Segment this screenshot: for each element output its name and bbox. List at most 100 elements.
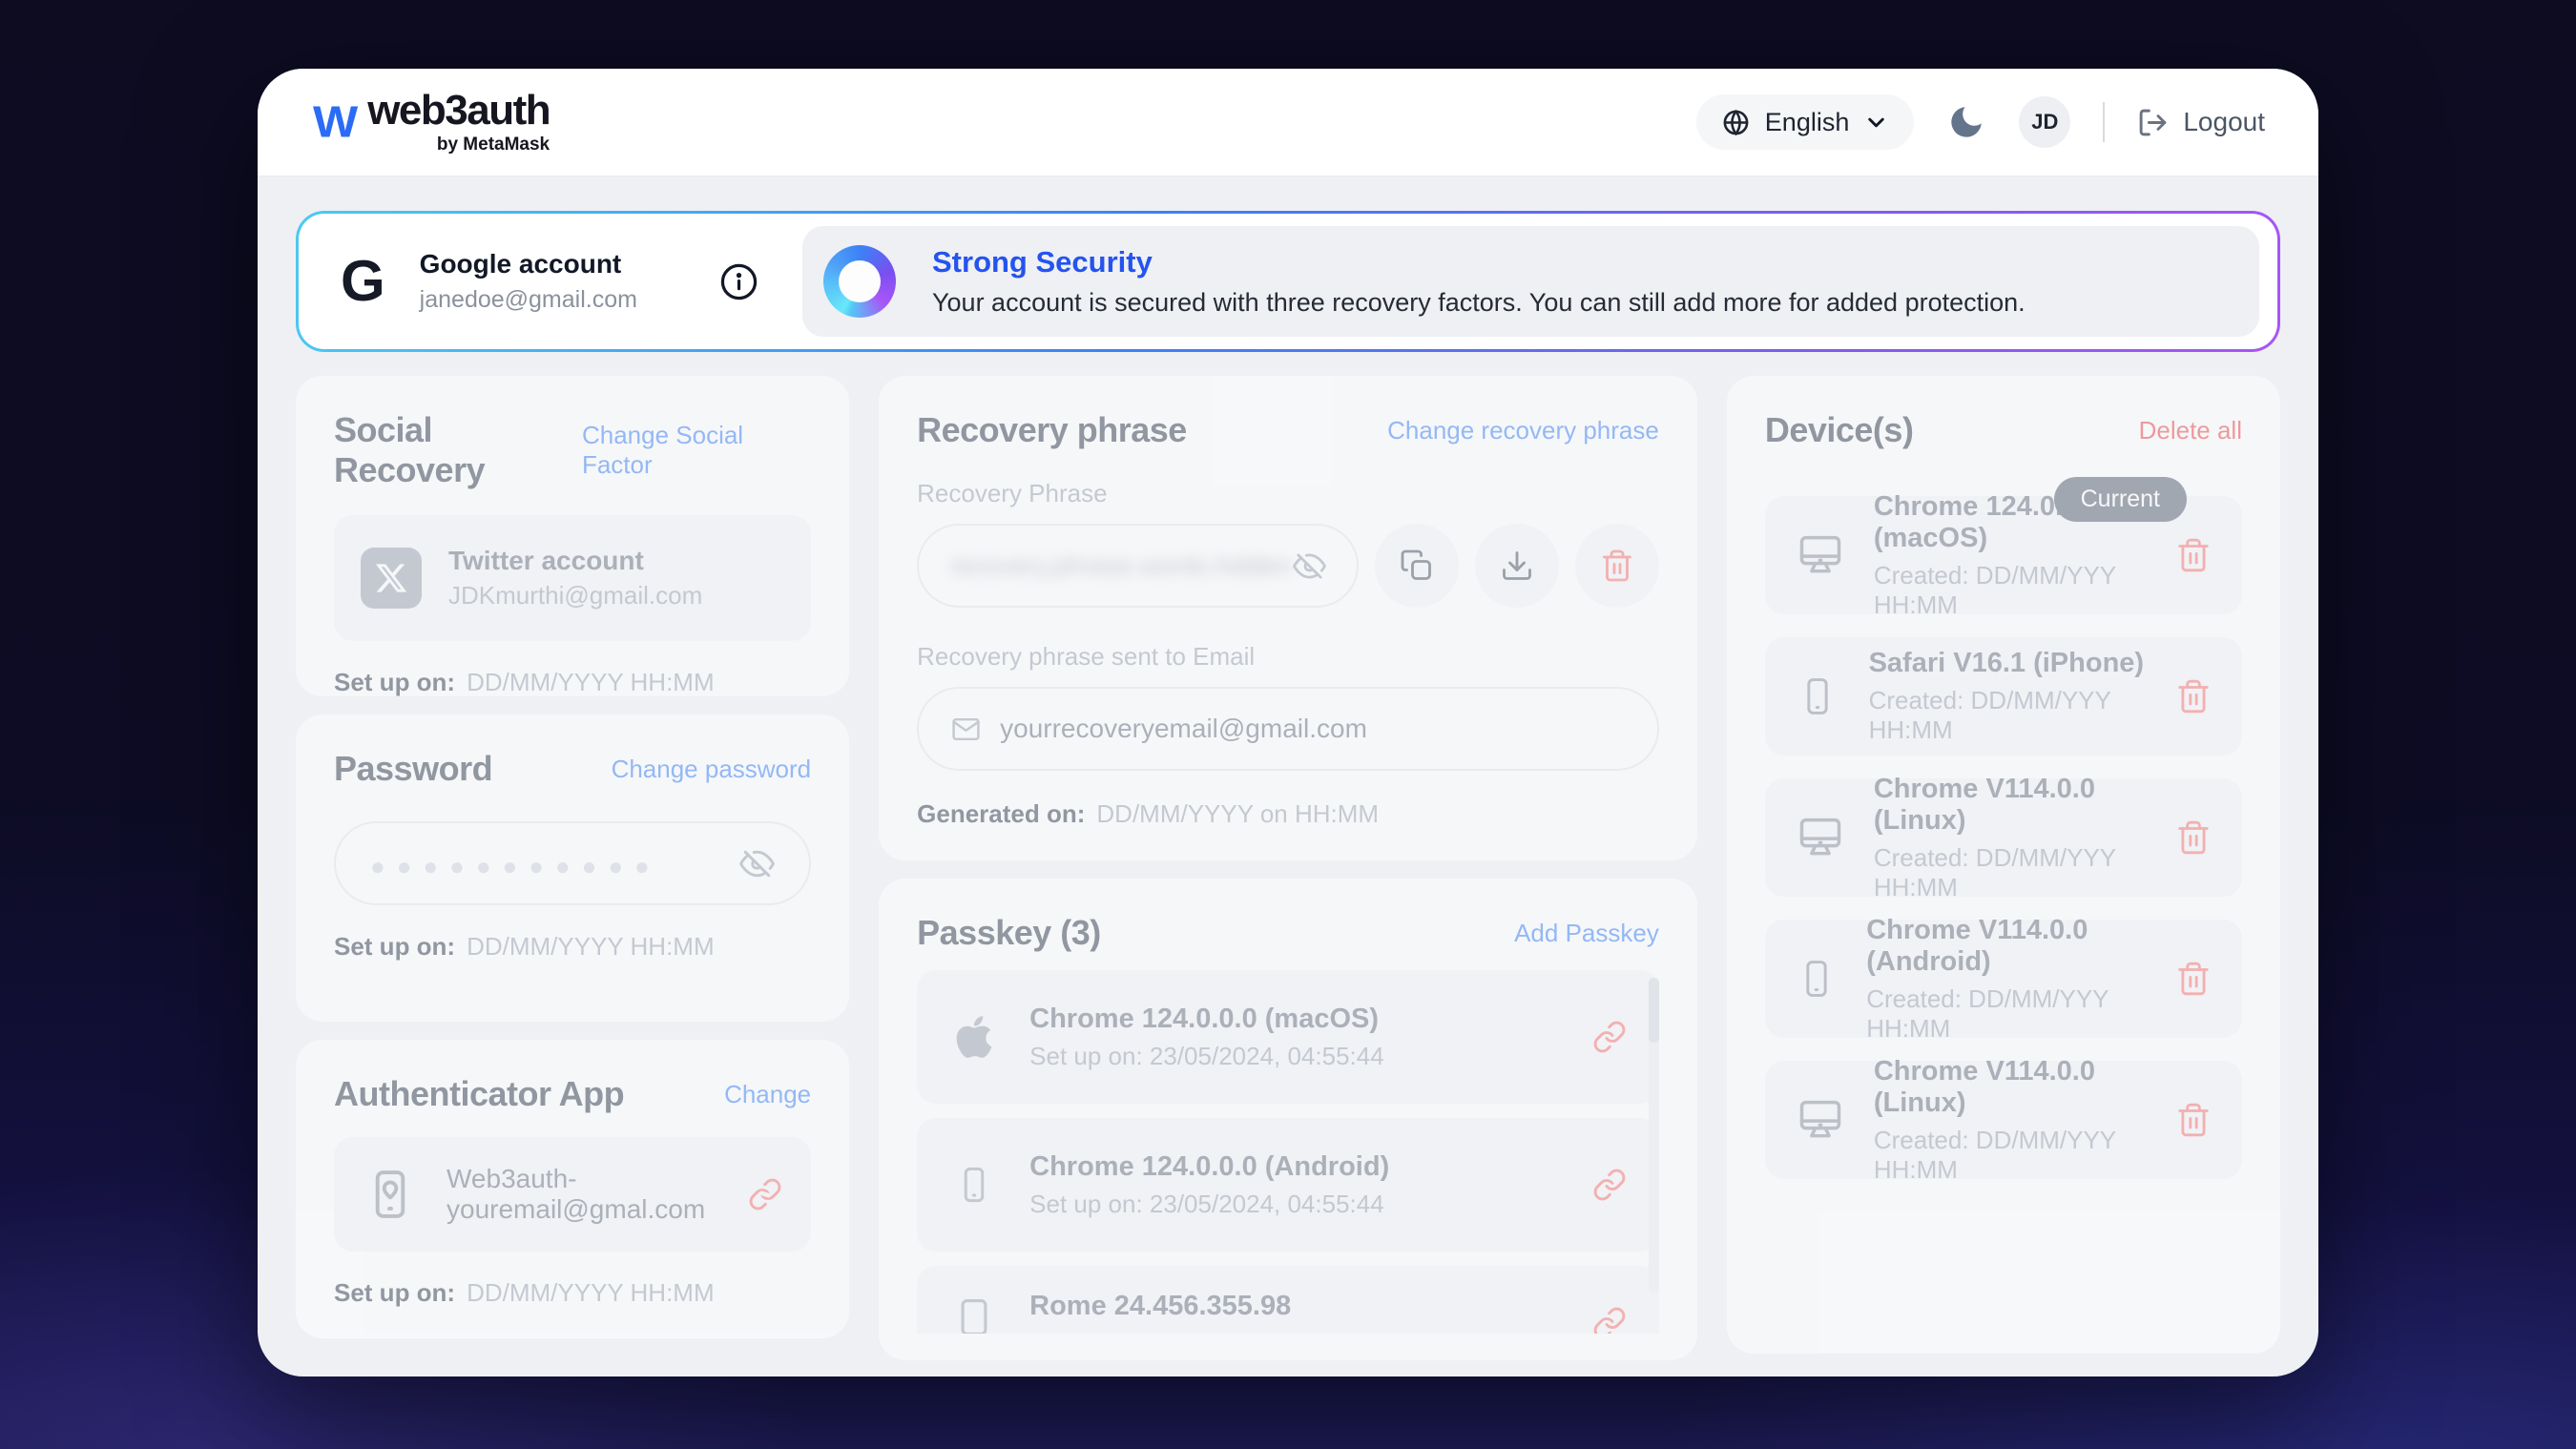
unlink-icon[interactable] bbox=[748, 1177, 782, 1211]
logout-icon bbox=[2137, 107, 2169, 138]
header-controls: English JD Logout bbox=[1696, 94, 2265, 150]
social-factor-email: JDKmurthi@gmail.com bbox=[448, 581, 702, 611]
phone-icon bbox=[949, 1162, 999, 1208]
passkey-row: Chrome 124.0.0.0 (Android) Set up on: 23… bbox=[917, 1118, 1659, 1252]
delete-phrase-button[interactable] bbox=[1575, 524, 1659, 608]
device-created-on: Created: DD/MM/YYY HH:MM bbox=[1874, 843, 2147, 902]
web3auth-logo-icon: W bbox=[313, 100, 354, 144]
account-email: janedoe@gmail.com bbox=[420, 286, 637, 314]
change-social-factor-link[interactable]: Change Social Factor bbox=[582, 421, 811, 480]
trash-icon[interactable] bbox=[2175, 819, 2212, 856]
password-title: Password bbox=[334, 749, 492, 789]
download-icon bbox=[1500, 549, 1534, 583]
security-ring-icon bbox=[823, 245, 896, 318]
trash-icon[interactable] bbox=[2175, 961, 2212, 997]
header-divider bbox=[2103, 102, 2105, 142]
authenticator-row: Web3auth-youremail@gmal.com bbox=[334, 1137, 811, 1252]
desktop-icon bbox=[1796, 813, 1845, 862]
authenticator-setup-on: Set up on:DD/MM/YYYY HH:MM bbox=[334, 1278, 811, 1308]
device-list: Current Chrome 124.0.0.0 (macOS) Created… bbox=[1765, 496, 2242, 1179]
language-selector[interactable]: English bbox=[1696, 94, 1915, 150]
phone-icon bbox=[1796, 673, 1840, 719]
recovery-phrase-blurred-value: recovery.phrase.words.hidden bbox=[949, 551, 1293, 581]
apple-icon bbox=[949, 1013, 999, 1061]
link-icon[interactable] bbox=[1592, 1020, 1627, 1054]
main-content: G Google account janedoe@gmail.com Stron… bbox=[258, 176, 2318, 1360]
social-setup-on: Set up on:DD/MM/YYYY HH:MM bbox=[334, 668, 811, 697]
change-authenticator-link[interactable]: Change bbox=[724, 1080, 811, 1109]
column-left: Social Recovery Change Social Factor Twi… bbox=[296, 376, 849, 1360]
add-passkey-link[interactable]: Add Passkey bbox=[1514, 919, 1659, 948]
device-created-on: Created: DD/MM/YYY HH:MM bbox=[1874, 1126, 2147, 1185]
device-name: Chrome V114.0.0 (Android) bbox=[1866, 915, 2147, 978]
passkey-name: Rome 24.456.355.98 bbox=[1029, 1291, 1291, 1322]
generated-on: Generated on:DD/MM/YYYY on HH:MM bbox=[917, 799, 1659, 829]
x-twitter-icon bbox=[361, 548, 422, 609]
security-status-banner: G Google account janedoe@gmail.com Stron… bbox=[296, 211, 2280, 352]
devices-title: Device(s) bbox=[1765, 410, 1914, 450]
passkey-name: Chrome 124.0.0.0 (Android) bbox=[1029, 1151, 1389, 1183]
desktop-icon bbox=[1796, 530, 1845, 580]
change-password-link[interactable]: Change password bbox=[612, 755, 812, 784]
recovery-phrase-card: Recovery phrase Change recovery phrase R… bbox=[879, 376, 1697, 860]
link-icon[interactable] bbox=[1592, 1168, 1627, 1202]
chevron-down-icon bbox=[1863, 110, 1889, 135]
security-strength-panel: Strong Security Your account is secured … bbox=[802, 226, 2259, 337]
device-name: Chrome V114.0.0 (Linux) bbox=[1874, 774, 2147, 837]
passkey-row: Chrome 124.0.0.0 (macOS) Set up on: 23/0… bbox=[917, 970, 1659, 1104]
phone-icon bbox=[1796, 956, 1838, 1002]
social-factor-row: Twitter account JDKmurthi@gmail.com bbox=[334, 515, 811, 641]
app-header: W web3auth by MetaMask English bbox=[258, 69, 2318, 176]
devices-card: Device(s) Delete all Current Chrome 124.… bbox=[1727, 376, 2280, 1354]
passkey-name: Chrome 124.0.0.0 (macOS) bbox=[1029, 1004, 1384, 1035]
eye-off-icon[interactable] bbox=[1293, 549, 1326, 583]
logo-wordmark: web3auth bbox=[367, 90, 550, 132]
delete-all-link[interactable]: Delete all bbox=[2139, 416, 2242, 445]
trash-icon[interactable] bbox=[2175, 537, 2212, 573]
recovery-email-value: yourrecoveryemail@gmail.com bbox=[1000, 714, 1367, 744]
passkey-title: Passkey (3) bbox=[917, 913, 1101, 953]
eye-off-icon[interactable] bbox=[739, 846, 775, 881]
download-button[interactable] bbox=[1475, 524, 1559, 608]
device-row: Chrome V114.0.0 (Linux) Created: DD/MM/Y… bbox=[1765, 778, 2242, 897]
device-created-on: Created: DD/MM/YYY HH:MM bbox=[1874, 561, 2147, 620]
recovery-email-label: Recovery phrase sent to Email bbox=[917, 642, 1659, 672]
moon-icon[interactable] bbox=[1946, 102, 1986, 142]
recovery-phrase-label: Recovery Phrase bbox=[917, 479, 1659, 508]
trash-icon[interactable] bbox=[2175, 1102, 2212, 1138]
page-background: W web3auth by MetaMask English bbox=[0, 0, 2576, 1449]
recovery-email-field[interactable]: yourrecoveryemail@gmail.com bbox=[917, 687, 1659, 771]
factors-grid: Social Recovery Change Social Factor Twi… bbox=[296, 376, 2280, 1360]
device-row: Safari V16.1 (iPhone) Created: DD/MM/YYY… bbox=[1765, 637, 2242, 756]
passkey-card: Passkey (3) Add Passkey Chrome 124.0.0.0… bbox=[879, 879, 1697, 1360]
device-name: Chrome V114.0.0 (Linux) bbox=[1874, 1056, 2147, 1119]
password-masked-value: ●●●●●●●●●●● bbox=[370, 846, 661, 881]
mail-icon bbox=[951, 714, 981, 744]
password-field[interactable]: ●●●●●●●●●●● bbox=[334, 821, 811, 905]
connected-account: G Google account janedoe@gmail.com bbox=[299, 249, 802, 314]
info-icon[interactable] bbox=[719, 262, 758, 301]
link-icon[interactable] bbox=[1592, 1306, 1627, 1334]
language-label: English bbox=[1765, 108, 1850, 137]
security-status-description: Your account is secured with three recov… bbox=[932, 288, 2025, 318]
copy-icon bbox=[1400, 549, 1434, 583]
current-device-badge: Current bbox=[2054, 477, 2187, 522]
google-icon: G bbox=[341, 253, 385, 310]
user-avatar[interactable]: JD bbox=[2019, 96, 2070, 148]
scrollbar-thumb[interactable] bbox=[1649, 978, 1659, 1043]
logout-button[interactable]: Logout bbox=[2137, 107, 2265, 138]
desktop-icon bbox=[1796, 1095, 1845, 1145]
logo-byline: by MetaMask bbox=[437, 135, 550, 155]
social-recovery-card: Social Recovery Change Social Factor Twi… bbox=[296, 376, 849, 696]
recovery-phrase-field[interactable]: recovery.phrase.words.hidden bbox=[917, 524, 1359, 608]
tablet-icon bbox=[949, 1294, 999, 1334]
app-window: W web3auth by MetaMask English bbox=[258, 69, 2318, 1377]
globe-icon bbox=[1721, 108, 1751, 137]
authenticator-phone-icon bbox=[363, 1167, 418, 1222]
column-right: Device(s) Delete all Current Chrome 124.… bbox=[1727, 376, 2280, 1360]
trash-icon[interactable] bbox=[2175, 678, 2212, 714]
recovery-phrase-title: Recovery phrase bbox=[917, 410, 1187, 450]
copy-button[interactable] bbox=[1375, 524, 1459, 608]
device-row: Chrome V114.0.0 (Android) Created: DD/MM… bbox=[1765, 920, 2242, 1038]
change-recovery-phrase-link[interactable]: Change recovery phrase bbox=[1387, 416, 1659, 445]
